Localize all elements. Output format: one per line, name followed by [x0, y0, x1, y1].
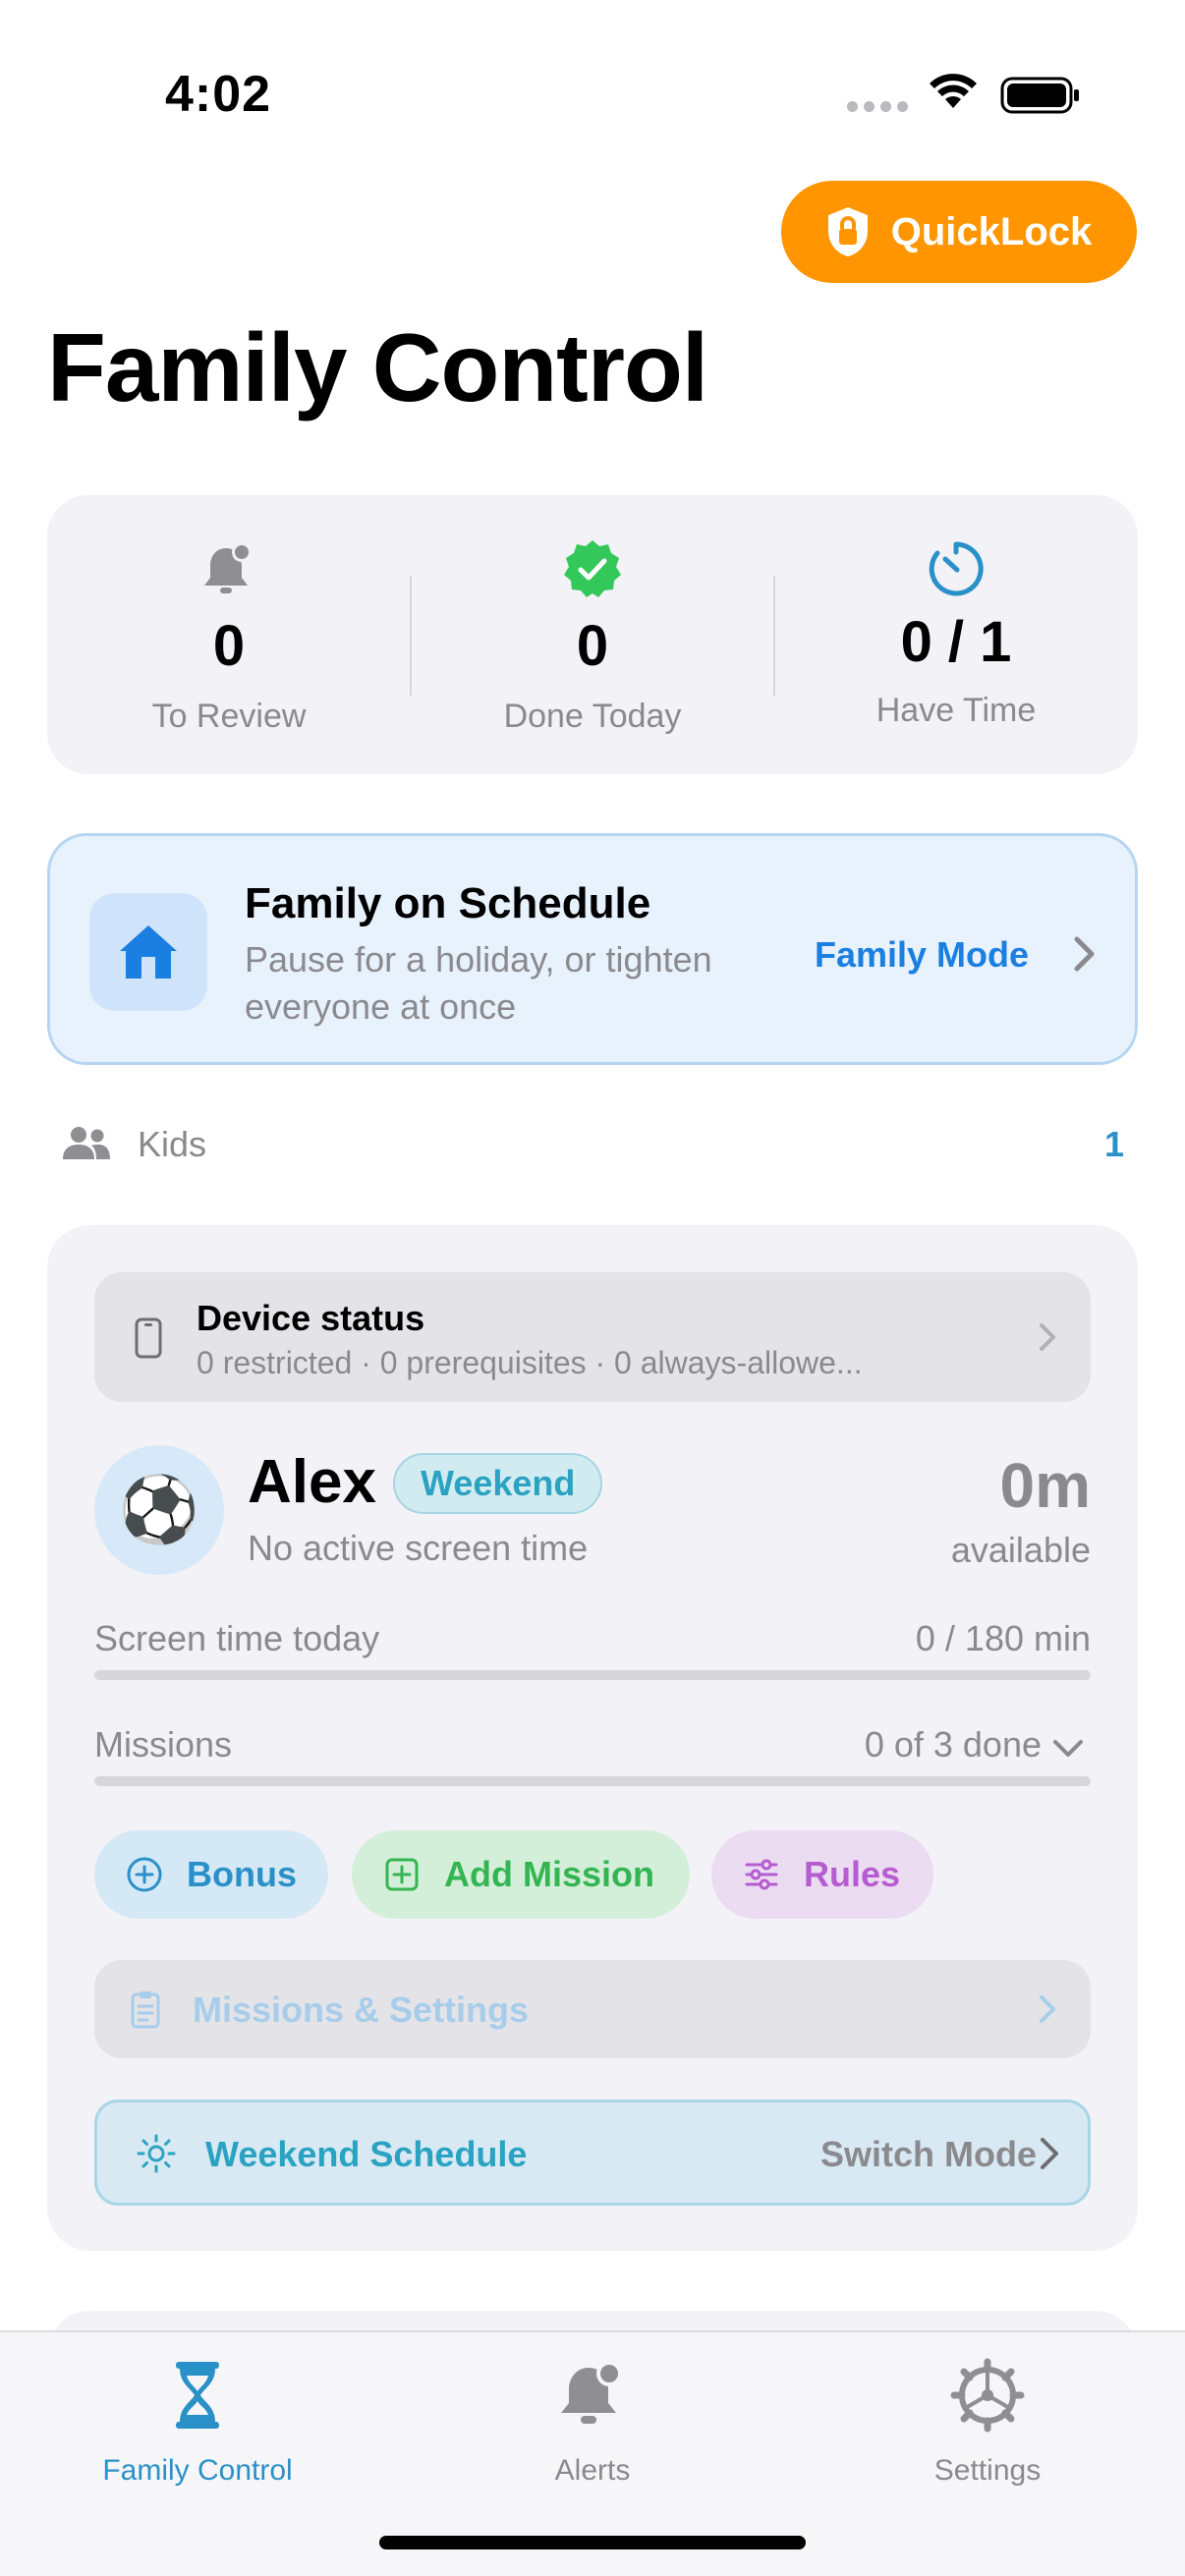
chevron-right-icon [1040, 1995, 1055, 2023]
bonus-button[interactable]: Bonus [94, 1830, 328, 1919]
missions-settings-label: Missions & Settings [193, 1989, 530, 2030]
family-mode-link[interactable]: Family Mode [815, 934, 1029, 976]
bonus-label: Bonus [187, 1854, 297, 1894]
plus-circle-icon [127, 1857, 162, 1892]
house-icon [120, 925, 177, 979]
sliders-icon [745, 1859, 778, 1890]
switch-mode-link[interactable]: Switch Mode [820, 2134, 1037, 2175]
device-status-summary: 0 restricted · 0 prerequisites · 0 alway… [197, 1345, 863, 1380]
stat-to-review[interactable]: 0 To Review [47, 495, 411, 774]
home-indicator [379, 2536, 806, 2549]
stat-label: Have Time [875, 692, 1037, 729]
stats-card: 0 To Review 0 Done Today 0 / 1 Have Time [47, 495, 1138, 774]
hourglass-icon [176, 2362, 219, 2429]
avatar[interactable]: ⚽ [94, 1445, 224, 1575]
rules-button[interactable]: Rules [711, 1830, 933, 1919]
tab-label: Settings [933, 2454, 1042, 2487]
screen-time-label: Screen time today [94, 1618, 380, 1658]
missions-value[interactable]: 0 of 3 done [865, 1724, 1042, 1765]
stat-value: 0 / 1 [900, 610, 1012, 674]
bell-badge-icon [561, 2361, 622, 2424]
status-bar: 4:02 [0, 0, 1185, 187]
device-status-row[interactable]: Device status 0 restricted · 0 prerequis… [94, 1272, 1091, 1402]
chevron-right-icon [1074, 936, 1095, 972]
lock-shield-icon [827, 207, 868, 256]
stat-label: Done Today [503, 698, 682, 735]
page-title: Family Control [47, 313, 708, 421]
checkmark-seal-icon [564, 540, 621, 597]
available-time-label: available [950, 1530, 1091, 1570]
bell-badge-icon [204, 542, 252, 593]
plus-square-icon [385, 1858, 419, 1891]
add-mission-button[interactable]: Add Mission [352, 1830, 690, 1919]
stat-have-time[interactable]: 0 / 1 Have Time [774, 495, 1138, 774]
kid-card: Device status 0 restricted · 0 prerequis… [47, 1225, 1138, 2251]
screen-time-value: 0 / 180 min [915, 1618, 1091, 1658]
iphone-icon [135, 1317, 162, 1359]
tab-settings[interactable]: Settings [790, 2332, 1185, 2529]
family-schedule-banner[interactable]: Family on Schedule Pause for a holiday, … [47, 833, 1138, 1065]
missions-progress [94, 1776, 1091, 1786]
rules-label: Rules [804, 1854, 901, 1894]
status-time: 4:02 [165, 66, 272, 123]
chevron-down-icon[interactable] [1051, 1738, 1085, 1760]
chevron-right-icon [1041, 2138, 1058, 2169]
weekend-schedule-row[interactable]: Weekend Schedule Switch Mode [94, 2100, 1091, 2206]
mode-badge: Weekend [393, 1453, 603, 1514]
sun-icon [137, 2134, 176, 2173]
screen-time-progress [94, 1670, 1091, 1680]
battery-icon [1000, 77, 1079, 114]
tab-label: Alerts [554, 2454, 631, 2487]
kids-section-label: Kids [138, 1124, 207, 1164]
stat-label: To Review [151, 698, 307, 735]
stat-done-today[interactable]: 0 Done Today [411, 495, 774, 774]
banner-title: Family on Schedule [245, 879, 651, 927]
missions-label: Missions [94, 1724, 233, 1764]
quicklock-label: QuickLock [890, 209, 1093, 253]
add-mission-label: Add Mission [444, 1854, 654, 1894]
weekend-schedule-label: Weekend Schedule [205, 2134, 528, 2174]
quicklock-button[interactable]: QuickLock [781, 181, 1137, 283]
stat-value: 0 [576, 614, 609, 678]
timer-icon [929, 541, 984, 596]
cellular-signal-icon [847, 101, 908, 112]
people-icon [63, 1127, 110, 1159]
device-status-title: Device status [197, 1298, 425, 1338]
tab-family-control[interactable]: Family Control [0, 2332, 395, 2529]
chevron-right-icon [1040, 1323, 1055, 1351]
clipboard-icon [131, 1991, 160, 2029]
kid-status: No active screen time [248, 1528, 589, 1568]
gear-icon [950, 2358, 1025, 2433]
stat-value: 0 [212, 614, 246, 678]
wifi-icon [930, 74, 977, 108]
tab-alerts[interactable]: Alerts [395, 2332, 790, 2529]
kid-name: Alex [248, 1448, 376, 1516]
banner-subtitle: Pause for a holiday, or tighten everyone… [245, 939, 712, 1027]
tab-label: Family Control [102, 2454, 293, 2487]
kids-count: 1 [1103, 1124, 1124, 1164]
house-tile [89, 893, 207, 1011]
available-time-value: 0m [999, 1450, 1092, 1521]
missions-settings-row[interactable]: Missions & Settings [94, 1960, 1091, 2058]
